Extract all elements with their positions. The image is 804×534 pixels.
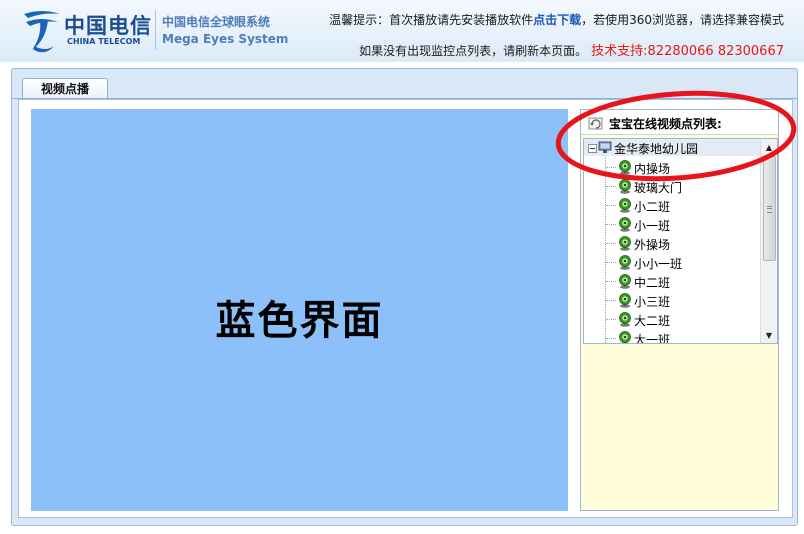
tree-root-label: 金华泰地幼儿园: [614, 142, 699, 156]
camera-online-icon: [619, 331, 631, 343]
camera-label: 小一班: [634, 219, 671, 233]
tech-support-phone: 技术支持:82280066 82300667: [591, 44, 784, 59]
tree-branch-line: [606, 262, 616, 263]
system-name-cn: 中国电信全球眼系统: [162, 15, 271, 29]
header-divider: [155, 10, 156, 50]
scroll-down-icon[interactable]: ▼: [761, 327, 777, 343]
camera-tree: 金华泰地幼儿园 内操场玻璃大门小二班小一班外操场小小一班中二班小三班大二班大一班…: [583, 138, 778, 344]
tree-branch-line: [606, 319, 616, 320]
tree-branch-line: [606, 205, 616, 206]
camera-label: 内操场: [634, 162, 671, 176]
download-link[interactable]: 点击下载: [533, 13, 581, 27]
refresh-notice-text: 如果没有出现监控点列表，请刷新本页面。: [359, 44, 588, 58]
camera-online-icon: [619, 236, 631, 251]
china-telecom-logo: 中国电信 CHINA TELECOM: [20, 6, 156, 56]
grip-icon: [767, 206, 772, 213]
scroll-thumb[interactable]: [763, 156, 776, 261]
camera-online-icon: [619, 217, 631, 232]
camera-online-icon: [619, 198, 631, 213]
camera-label: 小二班: [634, 200, 671, 214]
camera-item[interactable]: 大二班: [606, 310, 756, 329]
refresh-notice: 如果没有出现监控点列表，请刷新本页面。 技术支持:82280066 8230066…: [359, 40, 784, 59]
camera-label: 大一班: [634, 333, 671, 344]
camera-online-icon: [619, 160, 631, 175]
app-header: 中国电信 CHINA TELECOM 中国电信全球眼系统 Mega Eyes S…: [0, 0, 804, 62]
camera-item[interactable]: 外操场: [606, 234, 756, 253]
camera-list-title: 宝宝在线视频点列表:: [609, 117, 722, 131]
camera-online-icon: [619, 255, 631, 270]
install-notice: 温馨提示：首次播放请先安装播放软件点击下载，若使用360浏览器，请选择兼容模式: [329, 11, 784, 28]
video-player-area[interactable]: 蓝色界面: [31, 109, 568, 511]
tab-video-on-demand[interactable]: 视频点播: [22, 78, 108, 99]
monitor-icon: [598, 141, 612, 153]
main-frame: 视频点播 蓝色界面 宝宝在线视频点列表: 金华泰地幼儿园 内操场 玻璃大门 小二…: [11, 68, 798, 526]
tab-panel: 蓝色界面 宝宝在线视频点列表: 金华泰地幼儿园 内操场 玻璃大门 小二班 小一班…: [18, 99, 793, 518]
tree-branch-line: [606, 300, 616, 301]
camera-online-icon: [619, 274, 631, 289]
camera-list-panel: 宝宝在线视频点列表: 金华泰地幼儿园 内操场玻璃大门小二班小一班外操场小小一班中…: [580, 109, 779, 511]
camera-online-icon: [619, 312, 631, 327]
camera-label: 外操场: [634, 238, 671, 252]
camera-online-icon: [619, 179, 631, 194]
tree-branch-line: [606, 186, 616, 187]
camera-item[interactable]: 内操场: [606, 158, 756, 177]
camera-label: 大二班: [634, 314, 671, 328]
video-overlay-text: 蓝色界面: [215, 298, 384, 344]
logo-english-text: CHINA TELECOM: [67, 37, 141, 46]
camera-item[interactable]: 玻璃大门: [606, 177, 756, 196]
tree-branch-line: [606, 281, 616, 282]
camera-online-icon: [619, 293, 631, 308]
tree-branch-line: [606, 224, 616, 225]
camera-item[interactable]: 小小一班: [606, 253, 756, 272]
camera-item[interactable]: 中二班: [606, 272, 756, 291]
camera-list-header: 宝宝在线视频点列表:: [581, 110, 778, 135]
camera-item[interactable]: 小一班: [606, 215, 756, 234]
camera-item[interactable]: 大一班: [606, 329, 756, 344]
camera-label: 玻璃大门: [634, 181, 683, 195]
tree-branch-line: [606, 167, 616, 168]
refresh-icon[interactable]: [588, 115, 604, 131]
logo-chinese-text: 中国电信: [64, 13, 152, 38]
install-notice-prefix: 温馨提示：首次播放请先安装播放软件: [329, 13, 534, 27]
telecom-logo-icon: [24, 11, 60, 53]
camera-label: 中二班: [634, 276, 671, 290]
tree-branch-line: [606, 338, 616, 339]
camera-item[interactable]: 小二班: [606, 196, 756, 215]
tree-branch-line: [606, 243, 616, 244]
tree-root-node[interactable]: 金华泰地幼儿园: [584, 139, 764, 156]
camera-label: 小三班: [634, 295, 671, 309]
install-notice-suffix: ，若使用360浏览器，请选择兼容模式: [581, 13, 784, 27]
system-name-en: Mega Eyes System: [162, 32, 289, 46]
tree-scrollbar[interactable]: ▲ ▼: [760, 139, 777, 343]
collapse-toggle-icon[interactable]: [588, 144, 597, 153]
camera-label: 小小一班: [634, 257, 683, 271]
camera-item[interactable]: 小三班: [606, 291, 756, 310]
scroll-up-icon[interactable]: ▲: [761, 139, 777, 155]
